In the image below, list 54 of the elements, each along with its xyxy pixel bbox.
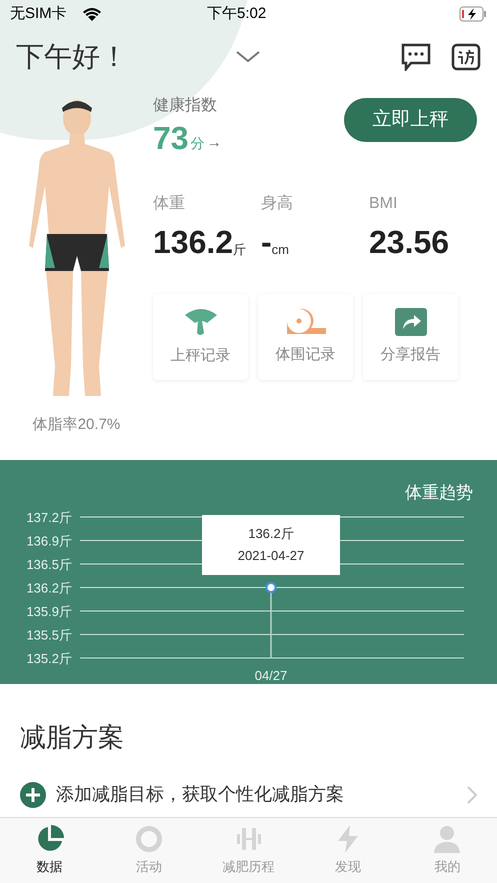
wifi-icon xyxy=(82,7,102,21)
health-index-label: 健康指数 xyxy=(153,96,218,116)
pie-chart-icon xyxy=(36,824,64,853)
action-card[interactable]: 上秤记录 xyxy=(153,294,248,380)
tape-measure-icon xyxy=(286,308,326,336)
ring-icon xyxy=(135,824,164,853)
health-score: 73 xyxy=(153,119,189,158)
chevron-down-icon[interactable] xyxy=(236,51,260,63)
weigh-now-button[interactable]: 立即上秤 xyxy=(344,98,477,142)
carrier-text: 无SIM卡 xyxy=(10,4,68,24)
visitor-icon[interactable] xyxy=(451,43,481,71)
gauge-icon xyxy=(182,306,218,337)
score-arrow[interactable]: → xyxy=(206,132,222,154)
metric-label: 身高 xyxy=(261,194,294,214)
tab-bar-item[interactable]: 减肥历程 xyxy=(198,818,298,883)
x-axis-label: 04/27 xyxy=(254,668,288,683)
y-axis-label: 136.2斤 xyxy=(26,580,72,596)
metric-value: 23.56 xyxy=(369,223,450,262)
y-axis-label: 135.5斤 xyxy=(26,628,72,643)
metric-unit: cm xyxy=(272,240,289,258)
share-icon xyxy=(394,308,426,336)
metric-label: BMI xyxy=(369,194,398,214)
chart-title: 体重趋势 xyxy=(405,482,473,504)
person-icon xyxy=(433,824,462,853)
metric-value: - xyxy=(261,223,272,262)
metric-value: 136.2 xyxy=(153,223,234,262)
tab-bar-item[interactable]: 活动 xyxy=(99,818,199,883)
lightning-icon xyxy=(336,824,360,853)
tooltip-value: 136.2斤 xyxy=(248,525,294,543)
score-unit: 分 xyxy=(190,134,205,153)
body-fat-text: 体脂率20.7% xyxy=(32,415,120,435)
plus-circle-icon xyxy=(20,782,46,808)
y-axis-label: 136.9斤 xyxy=(26,533,72,548)
greeting-text: 下午好！ xyxy=(16,40,129,74)
y-axis-label: 135.9斤 xyxy=(26,604,72,619)
action-card[interactable]: 体围记录 xyxy=(258,294,353,380)
add-goal-text: 添加减脂目标，获取个性化减脂方案 xyxy=(56,783,344,806)
tab-bar-item[interactable]: 我的 xyxy=(398,818,497,883)
section-title: 减脂方案 xyxy=(20,721,125,754)
data-point[interactable] xyxy=(266,582,276,593)
battery-charging-icon xyxy=(459,6,487,22)
chat-icon[interactable] xyxy=(401,43,431,71)
tooltip-date: 2021-04-27 xyxy=(238,546,304,564)
y-axis-label: 137.2斤 xyxy=(26,510,72,525)
action-card[interactable]: 分享报告 xyxy=(363,294,458,380)
clock-text: 下午5:02 xyxy=(207,4,266,24)
metric-unit: 斤 xyxy=(233,240,246,258)
add-goal-row[interactable]: 添加减脂目标，获取个性化减脂方案 xyxy=(20,781,477,808)
tab-bar-item[interactable]: 发现 xyxy=(298,818,398,883)
chevron-right-icon xyxy=(467,786,477,804)
tab-bar-item[interactable]: 数据 xyxy=(0,818,100,883)
y-axis-label: 136.5斤 xyxy=(26,557,72,572)
metric-label: 体重 xyxy=(153,194,186,214)
y-axis-label: 135.2斤 xyxy=(26,651,72,666)
